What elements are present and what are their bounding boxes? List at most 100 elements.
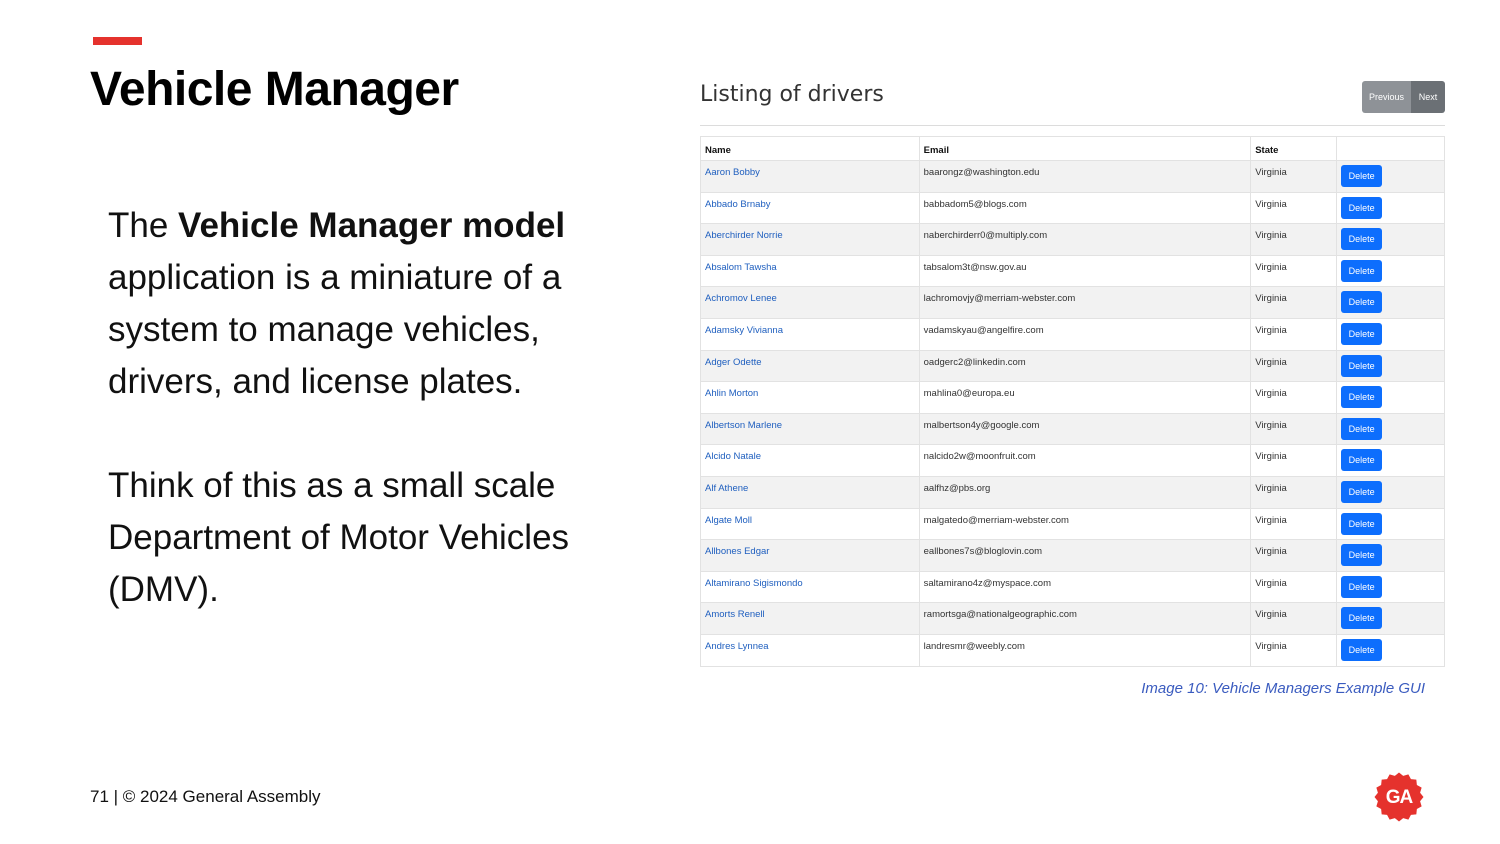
driver-state-cell: Virginia (1250, 286, 1338, 319)
delete-button[interactable]: Delete (1341, 449, 1383, 472)
delete-button[interactable]: Delete (1341, 638, 1383, 661)
table-row: Alcido Natale nalcido2w@moonfruit.com Virg… (700, 444, 1445, 477)
delete-button[interactable]: Delete (1341, 228, 1383, 251)
table-row: Alf Athene aalfhz@pbs.org Virginia Delete (700, 475, 1445, 509)
drivers-table-body: Aaron Bobby baarongz@washington.edu Virgin… (700, 160, 1445, 667)
driver-name-cell: Adger Odette (700, 349, 920, 383)
driver-name-cell: Amorts Renell (700, 602, 920, 635)
table-row: Abbado Brnaby babbadom5@blogs.com Virginia… (700, 191, 1445, 225)
table-row: Aaron Bobby baarongz@washington.edu Virgin… (700, 160, 1445, 193)
delete-button[interactable]: Delete (1341, 544, 1383, 567)
delete-button[interactable]: Delete (1341, 607, 1383, 630)
driver-state-cell: Virginia (1250, 539, 1338, 572)
driver-action-cell: Delete (1336, 507, 1445, 541)
image-caption: Image 10: Vehicle Managers Example GUI (1141, 680, 1425, 697)
table-row: Adamsky Vivianna vadamskyau@angelfire.com… (700, 317, 1445, 351)
table-row: Absalom Tawsha tabsalom3t@nsw.gov.au Virgi… (700, 254, 1445, 288)
driver-state-cell: Virginia (1250, 223, 1338, 256)
table-row: Altamirano Sigismondo saltamirano4z@myspa… (700, 570, 1445, 604)
driver-name-link[interactable]: Andres Lynnea (705, 641, 769, 652)
body-text: The Vehicle Manager model application is… (108, 200, 648, 616)
delete-button[interactable]: Delete (1341, 165, 1383, 187)
driver-name-link[interactable]: Adger Odette (705, 357, 762, 368)
driver-action-cell: Delete (1336, 475, 1445, 509)
next-button[interactable]: Next (1411, 81, 1445, 113)
driver-email-cell: tabsalom3t@nsw.gov.au (918, 254, 1252, 288)
column-header-name: Name (700, 136, 920, 161)
driver-name-link[interactable]: Amorts Renell (705, 609, 765, 620)
driver-email-cell: lachromovjy@merriam-webster.com (918, 286, 1252, 319)
delete-button[interactable]: Delete (1341, 480, 1383, 503)
table-row: Achromov Lenee lachromovjy@merriam-webste… (700, 286, 1445, 319)
delete-button[interactable]: Delete (1341, 386, 1383, 409)
previous-button[interactable]: Previous (1362, 81, 1411, 113)
table-row: Amorts Renell ramortsga@nationalgeographi… (700, 602, 1445, 635)
driver-email-cell: naberchirderr0@multiply.com (918, 223, 1252, 256)
driver-state-cell: Virginia (1250, 317, 1338, 351)
delete-button[interactable]: Delete (1341, 575, 1383, 598)
delete-button[interactable]: Delete (1341, 417, 1383, 440)
driver-name-link[interactable]: Allbones Edgar (705, 546, 769, 557)
pagination: Previous Next (1362, 81, 1445, 113)
column-header-action (1336, 136, 1445, 161)
driver-action-cell: Delete (1336, 254, 1445, 288)
delete-button[interactable]: Delete (1341, 354, 1383, 377)
delete-button[interactable]: Delete (1341, 322, 1383, 345)
driver-action-cell: Delete (1336, 317, 1445, 351)
driver-action-cell: Delete (1336, 444, 1445, 477)
driver-email-cell: ramortsga@nationalgeographic.com (918, 602, 1252, 635)
delete-button[interactable]: Delete (1341, 291, 1383, 314)
driver-action-cell: Delete (1336, 570, 1445, 604)
slide-title: Vehicle Manager (90, 63, 459, 116)
driver-email-cell: landresmr@weebly.com (918, 633, 1252, 667)
driver-name-cell: Adamsky Vivianna (700, 317, 920, 351)
delete-button[interactable]: Delete (1341, 196, 1383, 219)
driver-state-cell: Virginia (1250, 191, 1338, 225)
driver-name-link[interactable]: Alcido Natale (705, 451, 761, 462)
driver-name-link[interactable]: Alf Athene (705, 483, 748, 494)
driver-action-cell: Delete (1336, 349, 1445, 383)
driver-name-link[interactable]: Aberchirder Norrie (705, 230, 783, 241)
driver-state-cell: Virginia (1250, 412, 1338, 446)
driver-name-link[interactable]: Aaron Bobby (705, 167, 760, 178)
column-header-email: Email (918, 136, 1252, 161)
table-row: Algate Moll malgatedo@merriam-webster.com… (700, 507, 1445, 541)
driver-name-link[interactable]: Albertson Marlene (705, 420, 782, 431)
driver-name-cell: Algate Moll (700, 507, 920, 541)
driver-name-link[interactable]: Absalom Tawsha (705, 262, 777, 273)
driver-name-link[interactable]: Abbado Brnaby (705, 199, 771, 210)
driver-state-cell: Virginia (1250, 444, 1338, 477)
driver-state-cell: Virginia (1250, 633, 1338, 667)
driver-name-cell: Absalom Tawsha (700, 254, 920, 288)
driver-action-cell: Delete (1336, 160, 1445, 193)
column-header-state: State (1250, 136, 1338, 161)
listing-header: Listing of drivers Previous Next (700, 78, 1445, 126)
driver-name-cell: Achromov Lenee (700, 286, 920, 319)
driver-action-cell: Delete (1336, 539, 1445, 572)
accent-bar (93, 37, 142, 45)
driver-name-link[interactable]: Achromov Lenee (705, 293, 777, 304)
driver-email-cell: oadgerc2@linkedin.com (918, 349, 1252, 383)
table-row: Aberchirder Norrie naberchirderr0@multipl… (700, 223, 1445, 256)
driver-email-cell: mahlina0@europa.eu (918, 381, 1252, 414)
driver-name-link[interactable]: Ahlin Morton (705, 388, 758, 399)
driver-state-cell: Virginia (1250, 602, 1338, 635)
delete-button[interactable]: Delete (1341, 259, 1383, 282)
driver-name-link[interactable]: Algate Moll (705, 515, 752, 526)
driver-name-cell: Aaron Bobby (700, 160, 920, 193)
delete-button[interactable]: Delete (1341, 512, 1383, 535)
driver-name-link[interactable]: Altamirano Sigismondo (705, 578, 803, 589)
driver-action-cell: Delete (1336, 633, 1445, 667)
driver-state-cell: Virginia (1250, 475, 1338, 509)
general-assembly-logo: GA (1374, 772, 1424, 822)
driver-action-cell: Delete (1336, 223, 1445, 256)
driver-action-cell: Delete (1336, 191, 1445, 225)
table-row: Adger Odette oadgerc2@linkedin.com Virgini… (700, 349, 1445, 383)
drivers-screenshot: Listing of drivers Previous Next Name Em… (700, 78, 1445, 667)
model-name-bold: Vehicle Manager model (178, 206, 566, 245)
footer-copyright: 71 | © 2024 General Assembly (90, 787, 321, 806)
dmv-paragraph: Think of this as a small scale Departmen… (108, 466, 570, 609)
driver-name-cell: Abbado Brnaby (700, 191, 920, 225)
driver-name-cell: Alcido Natale (700, 444, 920, 477)
driver-name-link[interactable]: Adamsky Vivianna (705, 325, 783, 336)
